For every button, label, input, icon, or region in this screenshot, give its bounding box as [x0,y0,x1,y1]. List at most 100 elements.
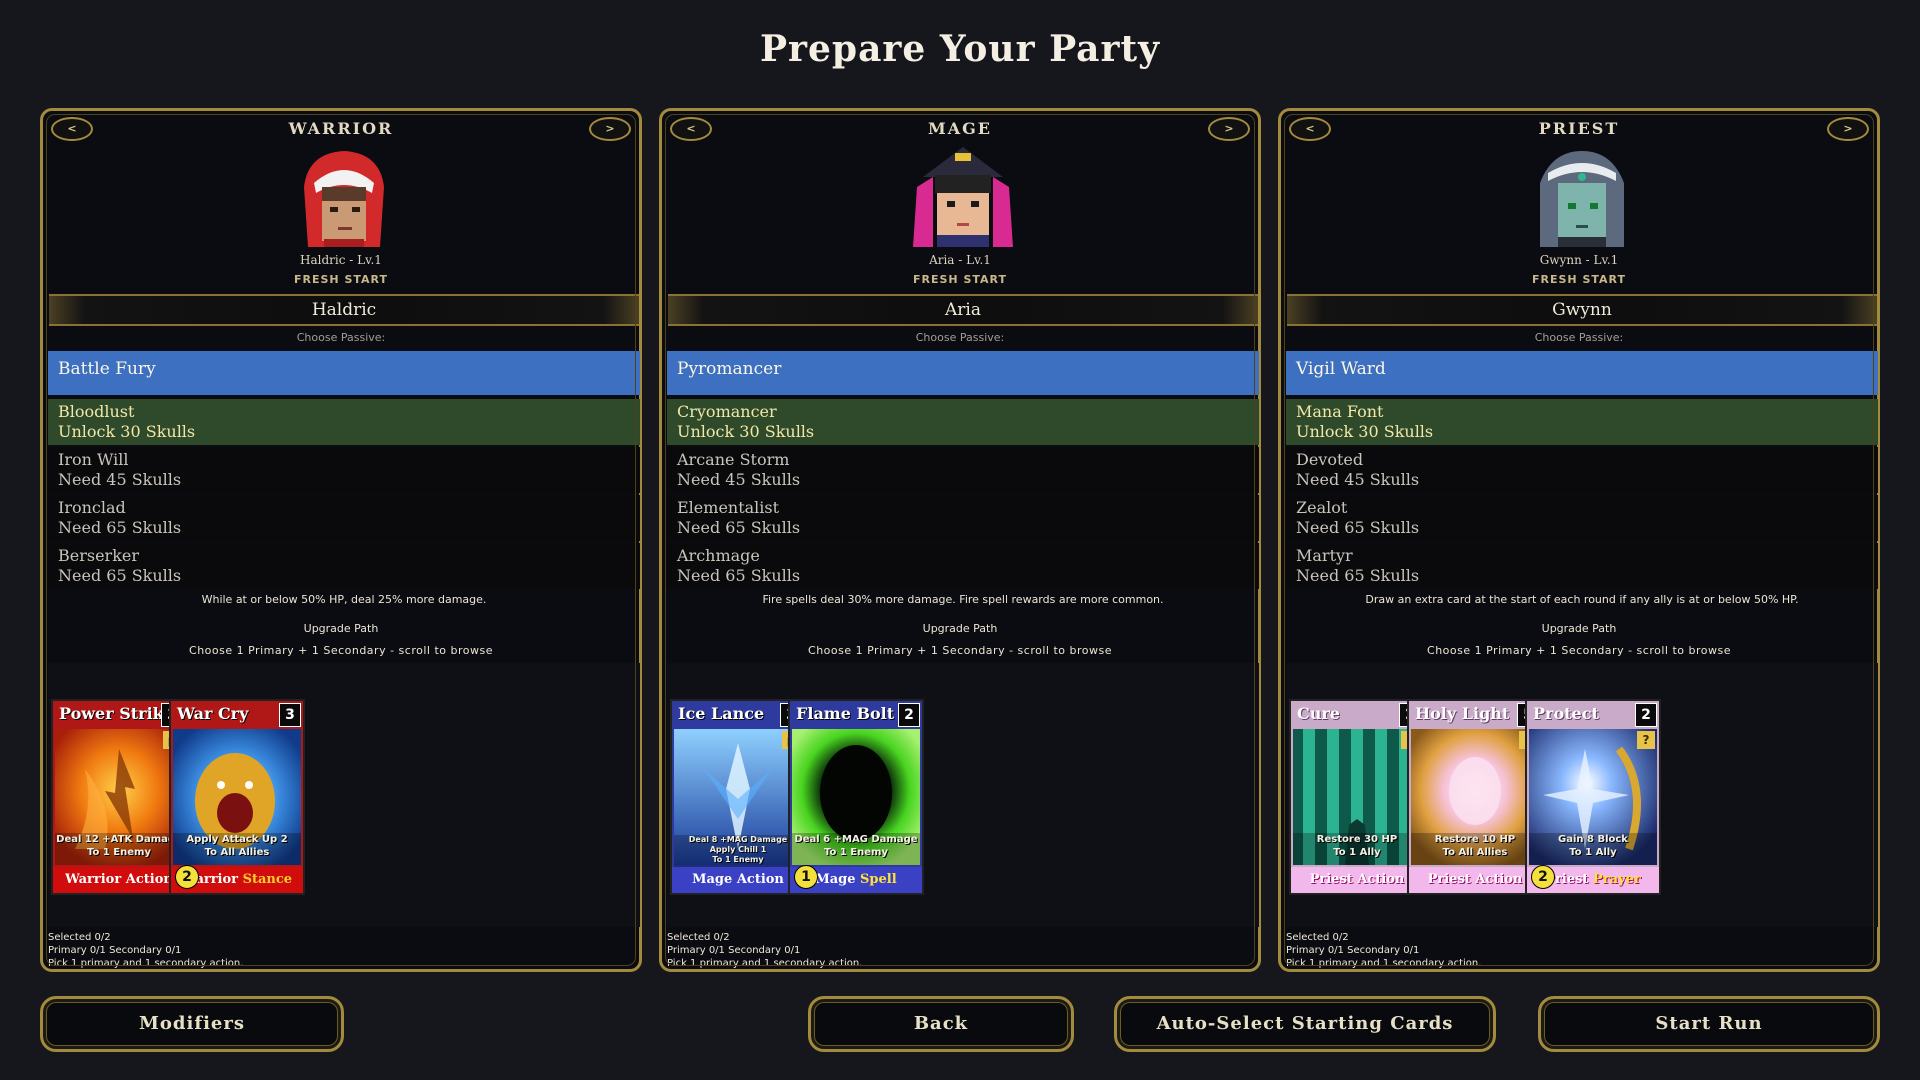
upgrade-path-title: Upgrade Path [303,622,379,635]
card-class: Priest [1427,872,1471,887]
class-title: MAGE [928,119,992,138]
upgrade-path-title: Upgrade Path [1541,622,1617,635]
passive-item[interactable]: Iron Will Need 45 Skulls [48,447,640,493]
passive-item[interactable]: Archmage Need 65 Skulls [667,543,1259,589]
card-scroll-area[interactable]: Cure 2 ? Restore 30 HP To 1 Ally Priest A… [1286,663,1878,927]
card-cure[interactable]: Cure 2 ? Restore 30 HPTo 1 Ally Priest A… [1289,699,1425,895]
card-effect-line: To 1 Enemy [87,847,151,858]
card-protect[interactable]: Protect 2 ? Gain 8 Block To 1 Ally Priest… [1525,699,1661,895]
card-effect: Deal 8 +MAG Damage Apply Chill 1 To 1 Enem… [674,835,802,867]
character-name-field[interactable]: Haldric [49,294,639,326]
passive-requirement: Need 65 Skulls [58,518,182,537]
selected-count: Selected 0/2 [667,932,730,943]
card-effect: Restore 10 HP To All Allies [1411,833,1539,865]
card-effect: Apply Attack Up 2 To All Allies [173,833,301,865]
card-flame-bolt[interactable]: Flame Bolt 2 Deal 6 +MAG Damage To 1 Enem… [788,699,924,895]
card-title: War Cry [177,704,249,723]
passive-requirement: Unlock 30 Skulls [677,422,815,441]
priest-portrait [1532,147,1632,247]
passive-name: Arcane Storm [677,450,790,469]
passive-requirement: Need 65 Skulls [1296,518,1420,537]
modifiers-button[interactable]: Modifiers [40,996,344,1052]
passive-list: Bloodlust Unlock 30 Skulls Iron Will Need … [48,399,640,591]
passive-requirement: Unlock 30 Skulls [58,422,196,441]
passive-description: While at or below 50% HP, deal 25% more … [201,593,487,606]
passive-item[interactable]: Arcane Storm Need 45 Skulls [667,447,1259,493]
next-class-button[interactable]: > [1208,117,1250,141]
passive-item[interactable]: Elementalist Need 65 Skulls [667,495,1259,541]
passive-name: Cryomancer [677,402,777,421]
passive-name: Iron Will [58,450,129,469]
card-kind: Prayer [1592,872,1641,887]
selection-hint: Pick 1 primary and 1 secondary action. [48,958,244,969]
card-kind: Action [125,872,173,887]
passive-name: Mana Font [1296,402,1384,421]
choose-passive-label: Choose Passive: [915,331,1005,344]
mage-panel: < MAGE > Aria - Lv.1 FRESH START Aria Ch… [659,108,1261,972]
passive-requirement: Need 45 Skulls [1296,470,1420,489]
passive-name: Zealot [1296,498,1348,517]
passive-item[interactable]: Devoted Need 45 Skulls [1286,447,1878,493]
card-kind: Action [1357,872,1405,887]
card-effect-line: To All Allies [1442,847,1508,858]
next-class-button[interactable]: > [589,117,631,141]
upgrade-path-title: Upgrade Path [922,622,998,635]
card-war-cry[interactable]: War Cry 3 Apply Attack Up 2 To All Allies… [169,699,305,895]
passive-item[interactable]: Berserker Need 65 Skulls [48,543,640,589]
passive-name: Martyr [1296,546,1353,565]
card-kind: Spell [860,872,897,887]
class-title: PRIEST [1538,119,1620,138]
character-name-field[interactable]: Aria [668,294,1258,326]
passive-description: Fire spells deal 30% more damage. Fire s… [762,593,1164,606]
passive-selected[interactable]: Vigil Ward [1286,351,1878,395]
card-tag: ? [1637,731,1655,749]
passive-name: Bloodlust [58,402,135,421]
fresh-start-label: FRESH START [912,273,1008,286]
passive-item[interactable]: Mana Font Unlock 30 Skulls [1286,399,1878,445]
choose-passive-label: Choose Passive: [1534,331,1624,344]
passive-description: Draw an extra card at the start of each … [1365,593,1799,606]
passive-item[interactable]: Cryomancer Unlock 30 Skulls [667,399,1259,445]
card-kind: Action [1475,872,1523,887]
next-class-button[interactable]: > [1827,117,1869,141]
card-type: Warrior Action [53,867,185,893]
card-effect-line: Deal 6 +MAG Damage [794,834,918,845]
warrior-panel: < WARRIOR > Haldric - Lv.1 FRESH START H… [40,108,642,972]
card-kind: Action [736,872,784,887]
passive-requirement: Need 65 Skulls [58,566,182,585]
passive-requirement: Need 65 Skulls [677,518,801,537]
card-badge: 1 [794,865,818,889]
character-name-field[interactable]: Gwynn [1287,294,1877,326]
card-holy-light[interactable]: Holy Light 5 ? Restore 10 HPTo All Allie… [1407,699,1543,895]
start-run-button[interactable]: Start Run [1538,996,1880,1052]
passive-selected[interactable]: Pyromancer [667,351,1259,395]
upgrade-path-note: Choose 1 Primary + 1 Secondary - scroll … [808,644,1112,657]
card-effect-line: Gain 8 Block [1558,834,1628,845]
passive-item[interactable]: Zealot Need 65 Skulls [1286,495,1878,541]
choose-passive-label: Choose Passive: [296,331,386,344]
upgrade-path-note: Choose 1 Primary + 1 Secondary - scroll … [189,644,493,657]
selection-footer: Selected 0/2 Primary 0/1 Secondary 0/1 P… [48,931,243,970]
character-name: Gwynn [1552,300,1612,320]
card-effect-line: Restore 10 HP [1434,834,1516,845]
card-effect-line: Apply Attack Up 2 [186,834,288,845]
card-scroll-area[interactable]: Ice Lance 3 β Deal 8 +MAG DamageApply Ch… [667,663,1259,927]
passive-item[interactable]: Ironclad Need 65 Skulls [48,495,640,541]
back-button[interactable]: Back [808,996,1074,1052]
passive-item[interactable]: Martyr Need 65 Skulls [1286,543,1878,589]
passive-item[interactable]: Bloodlust Unlock 30 Skulls [48,399,640,445]
warrior-portrait [294,147,394,247]
card-title: Holy Light [1415,704,1510,723]
card-effect: Deal 12 +ATK Damage To 1 Enemy [55,833,183,865]
card-ice-lance[interactable]: Ice Lance 3 β Deal 8 +MAG DamageApply Ch… [670,699,806,895]
card-power-strike[interactable]: Power Strike 3 β Deal 12 +ATK DamageTo 1… [51,699,187,895]
fresh-start-label: FRESH START [293,273,389,286]
passive-name: Elementalist [677,498,780,517]
passive-requirement: Unlock 30 Skulls [1296,422,1434,441]
auto-select-button[interactable]: Auto-Select Starting Cards [1114,996,1496,1052]
passive-list: Mana Font Unlock 30 Skulls Devoted Need 45… [1286,399,1878,591]
passive-selected[interactable]: Battle Fury [48,351,640,395]
character-level: Haldric - Lv.1 [300,253,382,267]
character-name: Haldric [311,300,377,320]
card-scroll-area[interactable]: Power Strike 3 β Deal 12 +ATK DamageTo 1… [48,663,640,927]
